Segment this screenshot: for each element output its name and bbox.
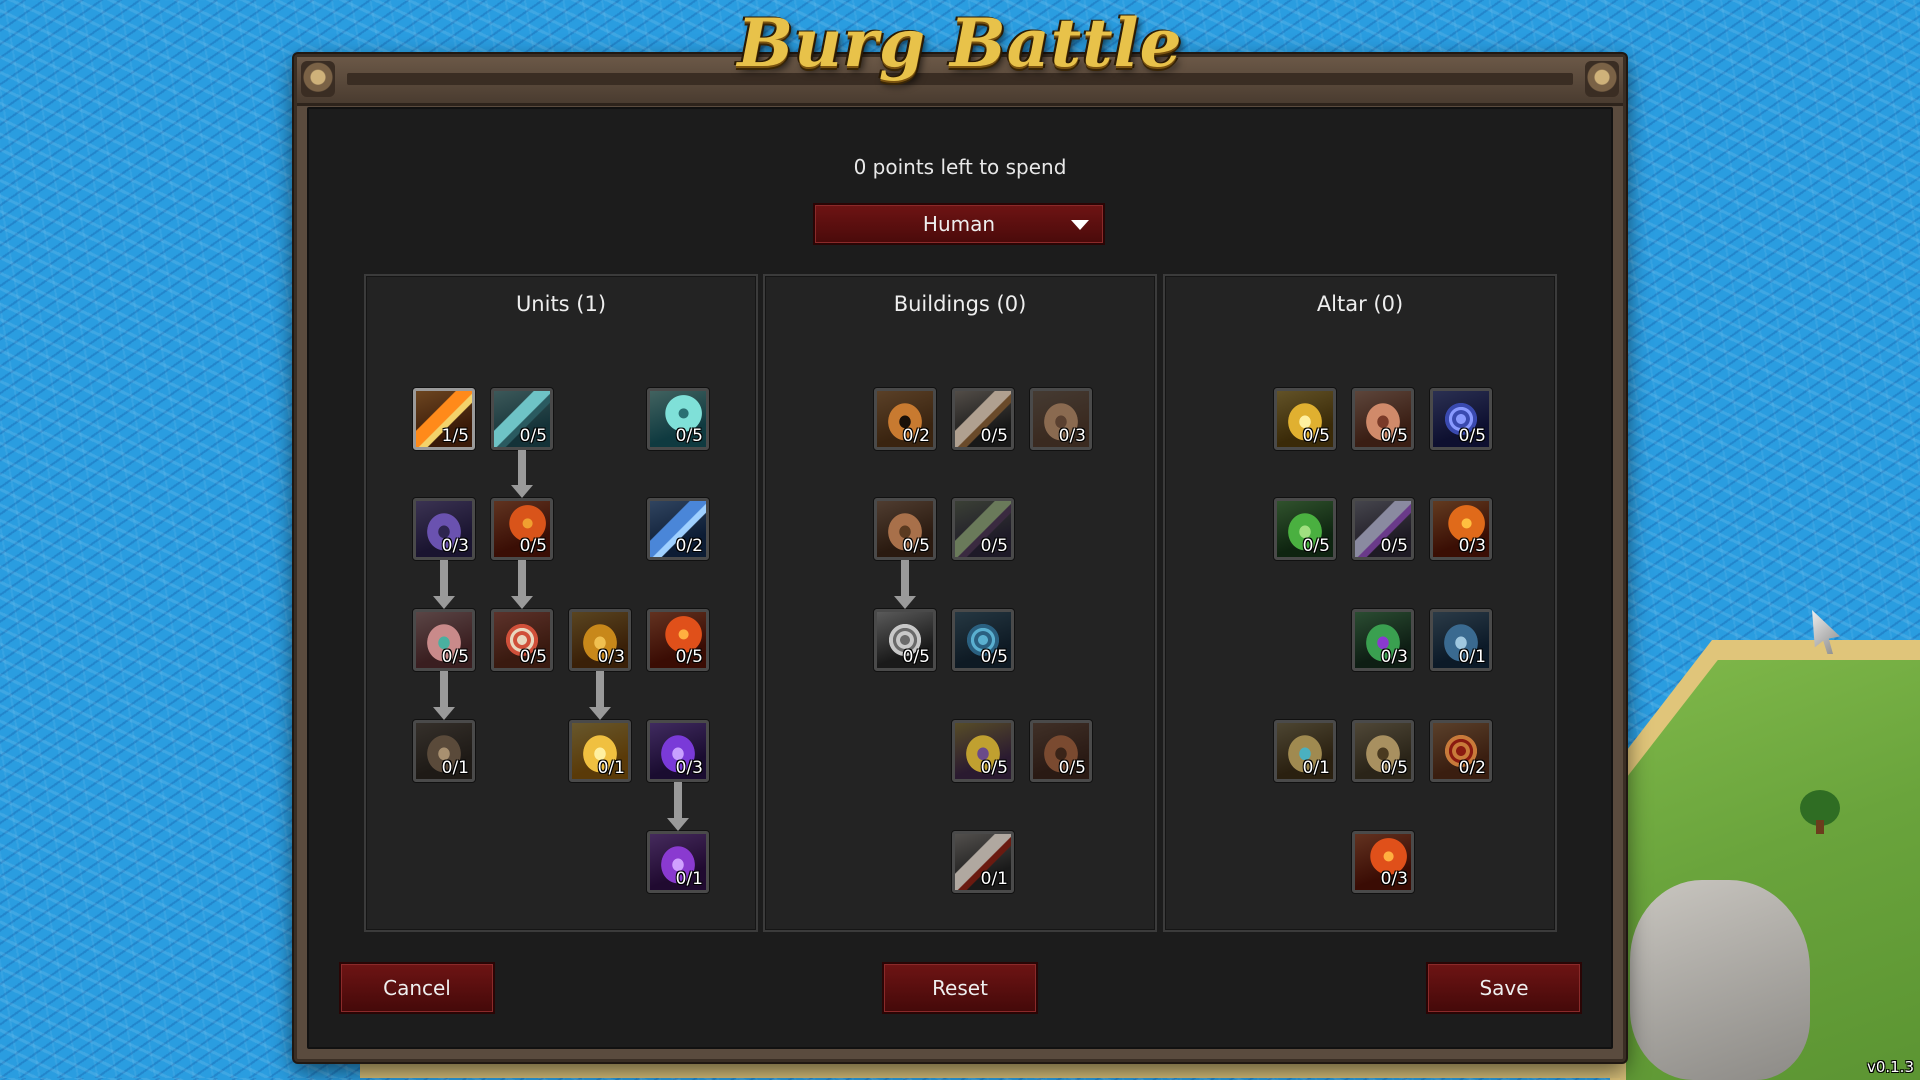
node-rank-count: 0/1 xyxy=(980,869,1008,889)
boulder xyxy=(1630,880,1810,1080)
node-rank-count: 0/5 xyxy=(675,647,703,667)
unit-hooded-knight-node[interactable]: 0/3 xyxy=(413,498,475,560)
unit-fire-spikes-node[interactable]: 0/5 xyxy=(491,498,553,560)
altar-fist-node[interactable]: 0/5 xyxy=(1352,388,1414,450)
tree-trunk xyxy=(1816,820,1824,834)
node-rank-count: 0/5 xyxy=(519,536,547,556)
chevron-down-icon xyxy=(1071,220,1089,230)
unit-fire-arrow-node[interactable]: 1/5 xyxy=(413,388,475,450)
building-armor-node[interactable]: 0/5 xyxy=(1030,720,1092,782)
node-rank-count: 0/5 xyxy=(1458,426,1486,446)
node-rank-count: 0/2 xyxy=(902,426,930,446)
node-rank-count: 1/5 xyxy=(441,426,469,446)
node-rank-count: 0/5 xyxy=(980,426,1008,446)
node-rank-count: 0/3 xyxy=(597,647,625,667)
reset-button[interactable]: Reset xyxy=(882,962,1038,1014)
node-rank-count: 0/5 xyxy=(902,647,930,667)
altar-arrow-burst-node[interactable]: 0/5 xyxy=(1352,498,1414,560)
altar-wax-seal-node[interactable]: 0/2 xyxy=(1430,720,1492,782)
building-spellbook-node[interactable]: 0/5 xyxy=(952,720,1014,782)
node-rank-count: 0/5 xyxy=(519,647,547,667)
node-rank-count: 0/1 xyxy=(441,758,469,778)
buildings-panel: Buildings (0) 0/2 0/5 0/3 0/5 0/5 0/5 0/5 0/5 0/… xyxy=(763,274,1157,932)
prerequisite-arrow-icon xyxy=(894,560,916,609)
node-rank-count: 0/5 xyxy=(980,647,1008,667)
prerequisite-arrow-icon xyxy=(667,782,689,831)
version-label: v0.1.3 xyxy=(1866,1058,1914,1076)
altar-magnifier-node[interactable]: 0/1 xyxy=(1274,720,1336,782)
building-sword-node[interactable]: 0/5 xyxy=(952,388,1014,450)
node-rank-count: 0/2 xyxy=(675,536,703,556)
node-rank-count: 0/5 xyxy=(519,426,547,446)
prerequisite-arrow-icon xyxy=(433,671,455,720)
node-rank-count: 0/3 xyxy=(1380,869,1408,889)
unit-wind-slash-node[interactable]: 0/2 xyxy=(647,498,709,560)
node-rank-count: 0/2 xyxy=(1458,758,1486,778)
unit-frost-burst-node[interactable]: 0/5 xyxy=(647,388,709,450)
units-panel: Units (1) 1/5 0/5 0/5 0/3 0/5 0/2 0/5 0/5 0/3 0/5… xyxy=(364,274,758,932)
building-sapphire-node[interactable]: 0/5 xyxy=(952,609,1014,671)
node-rank-count: 0/5 xyxy=(1380,536,1408,556)
unit-ascension-node[interactable]: 0/1 xyxy=(569,720,631,782)
building-spear-node[interactable]: 0/1 xyxy=(952,831,1014,893)
node-rank-count: 0/1 xyxy=(597,758,625,778)
unit-arrow-volley-node[interactable]: 0/5 xyxy=(491,388,553,450)
altar-scroll-node[interactable]: 0/5 xyxy=(1352,720,1414,782)
buildings-panel-title: Buildings (0) xyxy=(893,292,1027,316)
node-rank-count: 0/3 xyxy=(1058,426,1086,446)
unit-target-node[interactable]: 0/5 xyxy=(491,609,553,671)
node-rank-count: 0/5 xyxy=(441,647,469,667)
building-tower-node[interactable]: 0/2 xyxy=(874,388,936,450)
node-rank-count: 0/5 xyxy=(1380,758,1408,778)
altar-leaf-node[interactable]: 0/5 xyxy=(1274,498,1336,560)
save-button[interactable]: Save xyxy=(1426,962,1582,1014)
altar-panel: Altar (0) 0/5 0/5 0/5 0/5 0/5 0/3 0/3 0/1 0/1 0/5… xyxy=(1163,274,1557,932)
points-remaining: 0 points left to spend xyxy=(853,155,1067,179)
unit-war-horn-node[interactable]: 0/5 xyxy=(413,609,475,671)
node-rank-count: 0/1 xyxy=(1458,647,1486,667)
node-rank-count: 0/1 xyxy=(1302,758,1330,778)
game-logo: Burg Battle xyxy=(737,4,1183,82)
node-rank-count: 0/5 xyxy=(1380,426,1408,446)
altar-vortex-node[interactable]: 0/5 xyxy=(1430,388,1492,450)
building-wall-node[interactable]: 0/3 xyxy=(1030,388,1092,450)
race-dropdown[interactable]: Human xyxy=(813,203,1105,245)
altar-meteor-node[interactable]: 0/3 xyxy=(1352,831,1414,893)
node-rank-count: 0/5 xyxy=(902,536,930,556)
unit-golden-shield-node[interactable]: 0/3 xyxy=(569,609,631,671)
building-silver-coins-node[interactable]: 0/5 xyxy=(874,609,936,671)
node-rank-count: 0/3 xyxy=(1458,536,1486,556)
race-dropdown-value: Human xyxy=(922,212,996,236)
altar-gold-bar-node[interactable]: 0/5 xyxy=(1274,388,1336,450)
node-rank-count: 0/5 xyxy=(1302,426,1330,446)
node-rank-count: 0/5 xyxy=(980,536,1008,556)
node-rank-count: 0/5 xyxy=(1058,758,1086,778)
prerequisite-arrow-icon xyxy=(511,450,533,498)
unit-iron-boots-node[interactable]: 0/1 xyxy=(413,720,475,782)
node-rank-count: 0/3 xyxy=(1380,647,1408,667)
altar-wolf-node[interactable]: 0/1 xyxy=(1430,609,1492,671)
altar-fire-whip-node[interactable]: 0/3 xyxy=(1430,498,1492,560)
altar-nature-staff-node[interactable]: 0/3 xyxy=(1352,609,1414,671)
prerequisite-arrow-icon xyxy=(433,560,455,609)
unit-shadow-strike-node[interactable]: 0/3 xyxy=(647,720,709,782)
prerequisite-arrow-icon xyxy=(511,560,533,609)
node-rank-count: 0/1 xyxy=(675,869,703,889)
unit-fireball-node[interactable]: 0/5 xyxy=(647,609,709,671)
unit-dark-mage-node[interactable]: 0/1 xyxy=(647,831,709,893)
building-gold-sack-node[interactable]: 0/5 xyxy=(874,498,936,560)
node-rank-count: 0/3 xyxy=(441,536,469,556)
node-rank-count: 0/5 xyxy=(1302,536,1330,556)
shore-strip xyxy=(360,1062,1620,1078)
node-rank-count: 0/3 xyxy=(675,758,703,778)
prerequisite-arrow-icon xyxy=(589,671,611,720)
building-arrows-node[interactable]: 0/5 xyxy=(952,498,1014,560)
cancel-button[interactable]: Cancel xyxy=(339,962,495,1014)
units-panel-title: Units (1) xyxy=(515,292,607,316)
node-rank-count: 0/5 xyxy=(675,426,703,446)
altar-panel-title: Altar (0) xyxy=(1316,292,1404,316)
node-rank-count: 0/5 xyxy=(980,758,1008,778)
